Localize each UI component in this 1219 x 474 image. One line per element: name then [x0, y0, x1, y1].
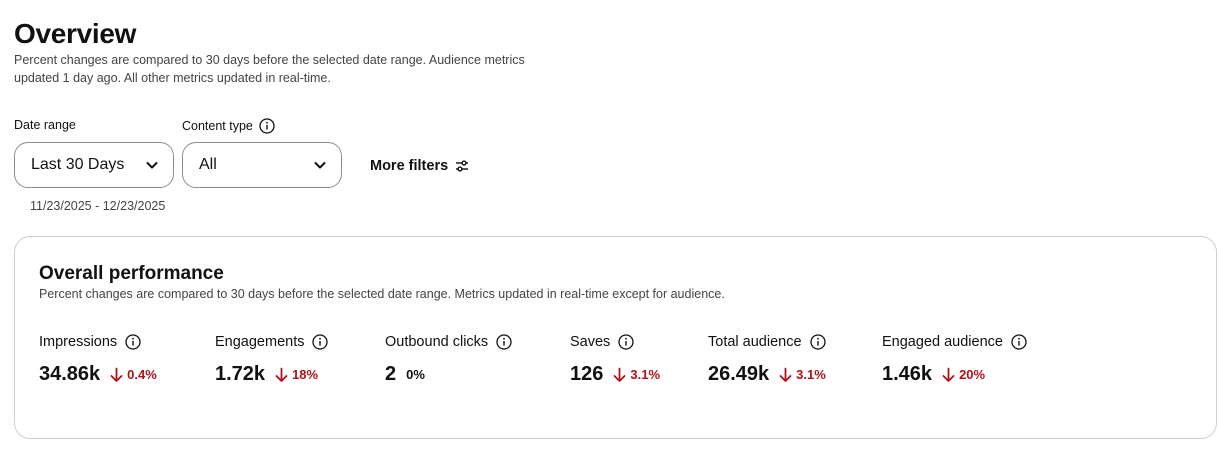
- metric-value: 126: [570, 363, 604, 385]
- metric-label: Outbound clicks: [385, 334, 489, 350]
- metric-change: 18%: [275, 367, 318, 383]
- chevron-down-icon: [145, 158, 159, 172]
- page-title: Overview: [14, 18, 137, 49]
- metric-outbound-clicks: Outbound clicks 2 0%: [385, 333, 512, 386]
- metric-value: 1.46k: [882, 363, 933, 385]
- more-filters-button[interactable]: More filters: [370, 158, 469, 174]
- date-range-label-text: Date range: [14, 118, 76, 132]
- metric-change: 20%: [942, 367, 985, 383]
- metric-change-value: 3.1%: [796, 367, 826, 382]
- chevron-down-icon: [313, 158, 327, 172]
- metric-change: 0.4%: [110, 367, 157, 383]
- content-type-value: All: [199, 156, 217, 173]
- metric-engagements: Engagements 1.72k 18%: [215, 333, 329, 386]
- info-icon[interactable]: [809, 334, 826, 350]
- card-title: Overall performance: [39, 263, 224, 284]
- card-subtitle: Percent changes are compared to 30 days …: [39, 287, 725, 301]
- metric-value: 34.86k: [39, 363, 101, 385]
- metric-value: 1.72k: [215, 363, 266, 385]
- metric-label: Engaged audience: [882, 334, 1003, 350]
- date-range-select[interactable]: Last 30 Days: [14, 142, 174, 188]
- metric-label: Impressions: [39, 334, 118, 350]
- metric-value: 26.49k: [708, 363, 770, 385]
- info-icon[interactable]: [312, 334, 329, 350]
- info-icon[interactable]: [259, 118, 275, 134]
- metric-change-value: 3.1%: [630, 367, 661, 382]
- content-type-select[interactable]: All: [182, 142, 342, 188]
- info-icon[interactable]: [125, 334, 141, 350]
- info-icon[interactable]: [496, 334, 512, 350]
- info-icon[interactable]: [1011, 334, 1027, 350]
- arrow-down-icon: [942, 367, 955, 383]
- metric-label: Total audience: [708, 334, 802, 350]
- metric-total-audience: Total audience 26.49k 3.1%: [708, 333, 826, 386]
- metric-impressions: Impressions 34.86k 0.4%: [39, 333, 157, 386]
- overall-performance-card: Overall performance Percent changes are …: [14, 236, 1217, 439]
- metric-change-value: 18%: [292, 367, 319, 382]
- arrow-down-icon: [613, 367, 626, 383]
- date-range-label: Date range: [14, 118, 76, 132]
- date-range-dates: 11/23/2025 - 12/23/2025: [30, 199, 166, 213]
- metric-change-value: 20%: [959, 367, 986, 382]
- arrow-down-icon: [779, 367, 792, 383]
- content-type-label: Content type: [182, 118, 275, 134]
- metric-change-value: 0%: [406, 367, 425, 382]
- info-icon[interactable]: [618, 334, 634, 350]
- metric-change-value: 0.4%: [127, 367, 157, 382]
- content-type-label-text: Content type: [182, 119, 253, 133]
- metric-label: Engagements: [215, 334, 305, 350]
- metric-value: 2: [385, 363, 397, 385]
- metric-change: 0%: [406, 367, 425, 382]
- arrow-down-icon: [275, 367, 288, 383]
- metric-change: 3.1%: [613, 367, 660, 383]
- arrow-down-icon: [110, 367, 123, 383]
- metric-engaged-audience: Engaged audience 1.46k 20%: [882, 333, 1027, 386]
- date-range-value: Last 30 Days: [31, 156, 125, 173]
- metric-saves: Saves 126 3.1%: [570, 333, 660, 386]
- sliders-icon: [455, 159, 469, 173]
- metric-change: 3.1%: [779, 367, 826, 383]
- more-filters-label: More filters: [370, 158, 449, 174]
- metric-label: Saves: [570, 334, 611, 350]
- page-subtitle: Percent changes are compared to 30 days …: [14, 53, 525, 85]
